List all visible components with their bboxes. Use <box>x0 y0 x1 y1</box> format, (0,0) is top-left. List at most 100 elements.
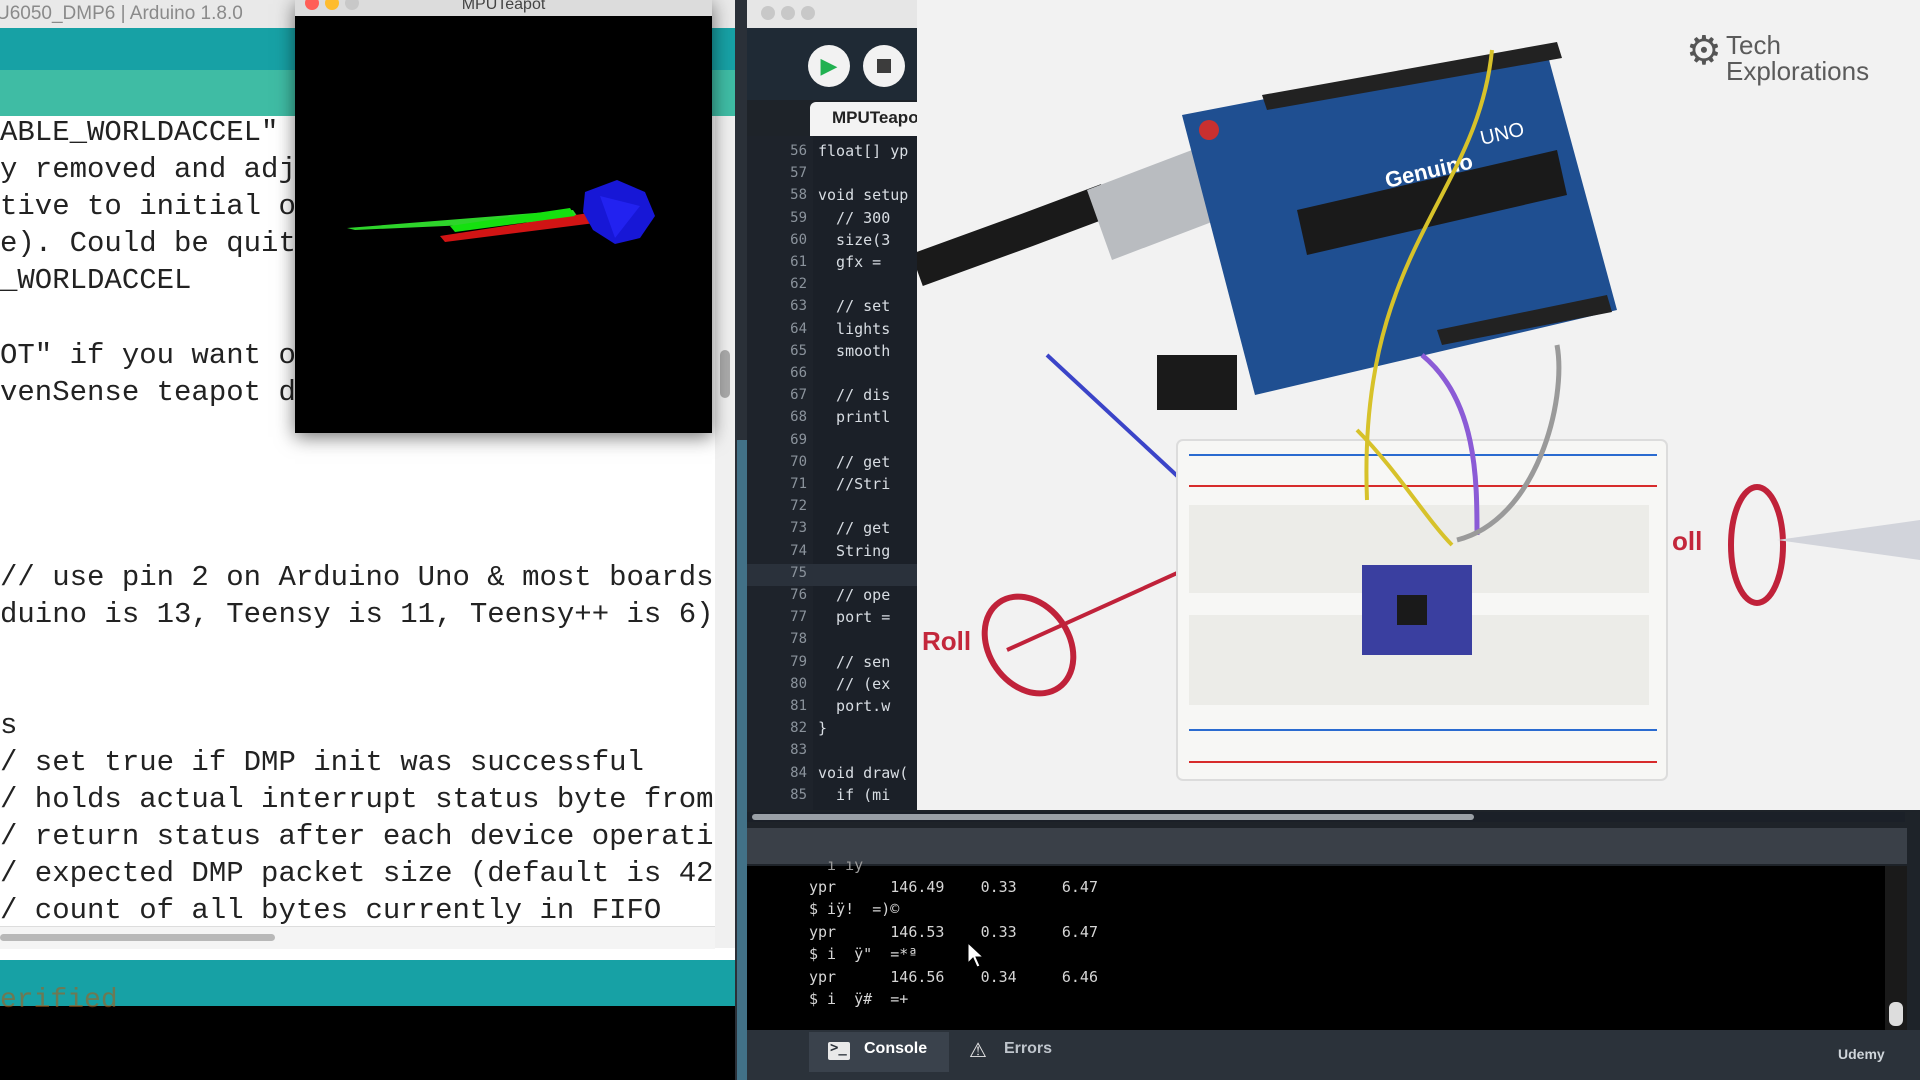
line-number: 68 <box>790 409 807 426</box>
arduino-console-text: erified <box>0 985 118 1016</box>
console-line: $ iÿ! =)© <box>809 900 900 918</box>
line-number: 85 <box>790 786 807 803</box>
line-number: 77 <box>790 609 807 626</box>
code-line: // set <box>818 297 891 316</box>
line-number: 60 <box>790 231 807 248</box>
teapot-window-title: MPUTeapot <box>461 0 546 13</box>
line-number: 64 <box>790 320 807 337</box>
logo-explorations: Explorations <box>1726 56 1870 86</box>
background-window-edge <box>737 440 747 1080</box>
code-line: tive to initial or <box>0 190 314 223</box>
close-window-button[interactable] <box>761 6 775 20</box>
line-number: 62 <box>790 276 807 293</box>
code-line: / count of all bytes currently in FIFO <box>0 894 662 926</box>
code-line: lights <box>818 319 891 338</box>
arduino-vscroll-thumb[interactable] <box>720 350 730 398</box>
code-line: e). Could be quite <box>0 227 314 260</box>
line-number: 56 <box>790 143 807 159</box>
line-number: 80 <box>790 675 807 692</box>
console-line: ypr 146.53 0.33 6.47 <box>809 923 1098 941</box>
line-number: 59 <box>790 209 807 226</box>
line-number: 66 <box>790 365 807 381</box>
line-number: 76 <box>790 587 807 603</box>
line-number: 69 <box>790 431 807 448</box>
roll-label-right: oll <box>1672 526 1703 556</box>
code-line: / set true if DMP init was successful <box>0 746 644 779</box>
stop-icon[interactable] <box>877 59 891 73</box>
code-line: void setup <box>818 186 909 205</box>
code-line: ABLE_WORLDACCEL" i <box>0 116 314 149</box>
line-number: 79 <box>790 653 807 670</box>
processing-title-bar <box>747 0 917 28</box>
line-number: 67 <box>790 387 807 404</box>
code-line: // get <box>818 519 891 538</box>
line-number: 65 <box>790 342 807 359</box>
code-line: / holds actual interrupt status byte fro… <box>0 783 715 816</box>
code-line: printl <box>818 408 891 427</box>
line-number: 58 <box>790 187 807 204</box>
zoom-window-button[interactable] <box>801 6 815 20</box>
code-line: void draw( <box>818 763 909 782</box>
minimize-window-button[interactable] <box>781 6 795 20</box>
code-line: size(3 <box>818 230 891 249</box>
reset-button <box>1199 120 1219 140</box>
terminal-prompt-icon: >_ <box>830 1040 847 1056</box>
code-line: OT" if you want out <box>0 339 331 372</box>
editor-hscroll-thumb[interactable] <box>752 814 1474 820</box>
roll-label-left: Roll <box>922 626 972 656</box>
gear-icon: ⚙ <box>1686 29 1722 73</box>
warning-icon[interactable]: ⚠ <box>969 1038 987 1063</box>
line-number: 82 <box>790 720 807 737</box>
mpu6050-chip <box>1397 595 1427 625</box>
line-number: 84 <box>790 764 807 781</box>
line-number: 71 <box>790 476 807 492</box>
line-number: 70 <box>790 453 807 470</box>
code-line: duino is 13, Teensy is 11, Teensy++ is 6… <box>0 598 714 631</box>
code-line: / expected DMP packet size (default is 4… <box>0 857 715 890</box>
code-line: // use pin 2 on Arduino Uno & most board… <box>0 561 714 594</box>
line-number: 61 <box>790 254 807 270</box>
line-number: 73 <box>790 520 807 537</box>
console-line: ypr 146.49 0.33 6.47 <box>809 878 1098 896</box>
code-line: _WORLDACCEL <box>0 264 192 297</box>
code-line: // 300 <box>818 208 891 227</box>
code-line: port = <box>818 608 891 627</box>
code-line: y removed and adju <box>0 153 314 186</box>
console-vscroll-thumb[interactable] <box>1889 1002 1903 1026</box>
code-line: // dis <box>818 386 891 405</box>
arduino-vertical-scrollbar[interactable] <box>715 116 735 948</box>
teapot-title-bar: MPUTeapot <box>295 0 712 16</box>
line-number: 57 <box>790 165 807 182</box>
console-line: $ i ÿ# =+ <box>809 990 909 1008</box>
play-icon[interactable]: ▶ <box>808 45 850 87</box>
code-line: / return status after each device operat… <box>0 820 715 853</box>
line-number: 75 <box>790 564 807 581</box>
line-number: 78 <box>790 631 807 648</box>
code-line: port.w <box>818 697 891 715</box>
arduino-hscroll-thumb[interactable] <box>0 934 275 941</box>
arduino-console <box>0 1006 735 1080</box>
console-tab-label[interactable]: Console <box>864 1040 927 1058</box>
code-line: if (mi <box>818 785 891 804</box>
line-number: 63 <box>790 298 807 315</box>
code-line: String <box>818 541 891 560</box>
errors-tab-label[interactable]: Errors <box>1004 1040 1052 1058</box>
code-line: // sen <box>818 652 891 671</box>
console-line: ı ıy <box>809 856 882 874</box>
code-line: venSense teapot der <box>0 376 331 409</box>
teapot-3d-render <box>347 180 655 244</box>
line-number: 72 <box>790 498 807 515</box>
line-number: 83 <box>790 742 807 759</box>
code-line: //Stri <box>818 475 891 493</box>
code-line: // (ex <box>818 674 891 693</box>
console-line: ypr 146.56 0.34 6.46 <box>809 968 1098 986</box>
line-number: 74 <box>790 542 807 559</box>
console-output[interactable]: ı ıy ypr 146.49 0.33 6.47 $ iÿ! =)© ypr … <box>747 856 1885 1030</box>
code-line: float[] yp <box>818 142 909 160</box>
breadboard-photo: Genuino UNO <box>917 0 1920 810</box>
code-line: } <box>818 719 828 738</box>
mouse-cursor-icon <box>967 942 985 968</box>
code-line: // ope <box>818 586 891 604</box>
arduino-window-title: U6050_DMP6 | Arduino 1.8.0 <box>0 3 243 24</box>
udemy-watermark: Udemy <box>1838 1046 1885 1062</box>
